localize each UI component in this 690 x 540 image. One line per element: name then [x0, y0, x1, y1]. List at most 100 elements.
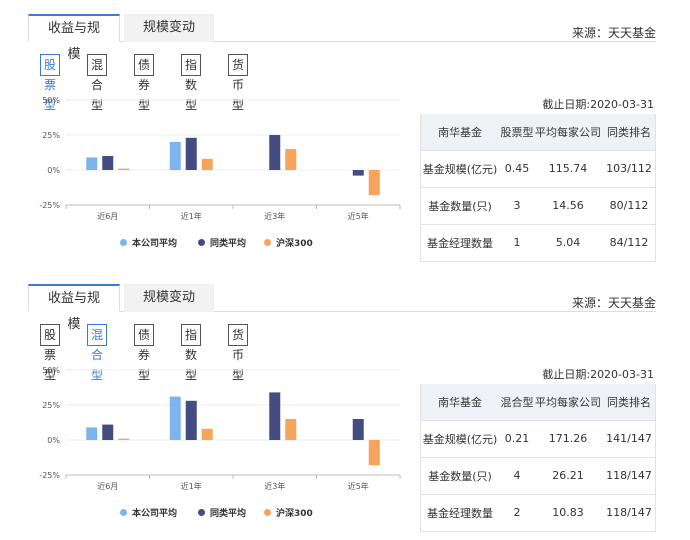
table-cell: 5.04 — [534, 224, 602, 262]
legend-item-peer[interactable]: 同类平均 — [198, 506, 246, 519]
table-cell: 118/147 — [602, 457, 656, 495]
type-button-hybrid[interactable]: 混合型 — [87, 54, 108, 112]
table-cell: 2 — [500, 494, 534, 532]
bar-2-2 — [285, 419, 297, 440]
bar-0-0 — [86, 427, 98, 440]
bar-1-3 — [352, 170, 364, 176]
table-header: 平均每家公司 — [534, 384, 602, 421]
type-button-money[interactable]: 货币型 — [228, 54, 249, 112]
bar-1-0 — [102, 424, 114, 440]
type-button-index[interactable]: 指数型 — [181, 54, 202, 112]
legend-dot-icon — [198, 239, 205, 246]
tab-bar: 收益与规模 规模变动 — [28, 284, 656, 332]
x-tick-label: 近6月 — [97, 481, 118, 491]
bar-1-1 — [185, 400, 197, 440]
fund-panel-hybrid: 收益与规模 规模变动 来源：天天基金 股票型 混合型 债券型 指数型 货币型 5… — [0, 270, 690, 532]
x-tick-label: 近3年 — [264, 211, 285, 221]
table-row: 基金规模(亿元) 0.45 115.74 103/112 — [420, 150, 656, 188]
y-tick-label: -25% — [39, 201, 60, 210]
table-cell: 基金数量(只) — [420, 187, 500, 225]
legend-item-company[interactable]: 本公司平均 — [120, 506, 177, 519]
y-tick-label: 0% — [47, 436, 60, 445]
legend-label: 沪深300 — [276, 509, 313, 519]
type-button-bond[interactable]: 债券型 — [134, 324, 155, 382]
legend-dot-icon — [264, 509, 271, 516]
tab-return-and-scale[interactable]: 收益与规模 — [28, 14, 120, 62]
table-cell: 3 — [500, 187, 534, 225]
x-tick-label: 近1年 — [181, 211, 202, 221]
tab-scale-change[interactable]: 规模变动 — [124, 284, 214, 312]
table-cell: 171.26 — [534, 420, 602, 458]
table-cell: 115.74 — [534, 150, 602, 188]
bar-1-0 — [102, 156, 114, 170]
table-header: 同类排名 — [602, 114, 656, 151]
legend-dot-icon — [264, 239, 271, 246]
table-cell: 基金经理数量 — [420, 224, 500, 262]
table-header: 混合型 — [500, 384, 534, 421]
table-cell: 0.21 — [500, 420, 534, 458]
table-cell: 0.45 — [500, 150, 534, 188]
tab-bar: 收益与规模 规模变动 — [28, 14, 656, 62]
table-header: 同类排名 — [602, 384, 656, 421]
x-tick-label: 近6月 — [97, 211, 118, 221]
table-cell: 1 — [500, 224, 534, 262]
table-cell: 基金经理数量 — [420, 494, 500, 532]
scale-table: 南华基金 股票型 平均每家公司 同类排名 基金规模(亿元) 0.45 115.7… — [420, 114, 656, 262]
legend-item-company[interactable]: 本公司平均 — [120, 236, 177, 249]
table-cell: 84/112 — [602, 224, 656, 262]
scale-table: 南华基金 混合型 平均每家公司 同类排名 基金规模(亿元) 0.21 171.2… — [420, 384, 656, 532]
legend-label: 本公司平均 — [132, 509, 178, 519]
x-tick-label: 近5年 — [348, 211, 369, 221]
source-label: 来源：天天基金 — [571, 296, 656, 310]
bar-2-0 — [118, 168, 130, 170]
type-button-index[interactable]: 指数型 — [181, 324, 202, 382]
tab-return-and-scale[interactable]: 收益与规模 — [28, 284, 120, 332]
y-tick-label: 25% — [42, 401, 60, 410]
source-label: 来源：天天基金 — [571, 26, 656, 40]
y-tick-label: -25% — [39, 471, 60, 480]
table-header: 股票型 — [500, 114, 534, 151]
legend-item-hs300[interactable]: 沪深300 — [264, 236, 313, 249]
type-button-money[interactable]: 货币型 — [228, 324, 249, 382]
legend-label: 沪深300 — [276, 239, 313, 249]
table-cell: 103/112 — [602, 150, 656, 188]
table-cell: 26.21 — [534, 457, 602, 495]
tab-scale-change[interactable]: 规模变动 — [124, 14, 214, 42]
table-row: 基金数量(只) 3 14.56 80/112 — [420, 187, 656, 225]
table-header-row: 南华基金 混合型 平均每家公司 同类排名 — [420, 384, 656, 421]
bar-1-2 — [269, 392, 281, 440]
table-row: 基金经理数量 1 5.04 84/112 — [420, 224, 656, 262]
bar-2-1 — [201, 158, 213, 170]
x-tick-label: 近5年 — [348, 481, 369, 491]
bar-0-1 — [169, 396, 181, 440]
bar-0-0 — [86, 157, 98, 170]
legend-label: 同类平均 — [210, 239, 247, 249]
legend-item-hs300[interactable]: 沪深300 — [264, 506, 313, 519]
bar-2-3 — [368, 440, 380, 466]
table-header-row: 南华基金 股票型 平均每家公司 同类排名 — [420, 114, 656, 151]
legend-item-peer[interactable]: 同类平均 — [198, 236, 246, 249]
bar-1-2 — [269, 135, 281, 170]
type-button-hybrid[interactable]: 混合型 — [87, 324, 108, 382]
y-tick-label: 0% — [47, 166, 60, 175]
bar-0-1 — [169, 142, 181, 170]
cutoff-date: 截止日期:2020-03-31 — [542, 98, 654, 111]
table-row: 基金经理数量 2 10.83 118/147 — [420, 494, 656, 532]
table-cell: 141/147 — [602, 420, 656, 458]
x-tick-label: 近1年 — [181, 481, 202, 491]
bar-1-1 — [185, 137, 197, 170]
type-button-bond[interactable]: 债券型 — [134, 54, 155, 112]
table-cell: 基金规模(亿元) — [420, 420, 500, 458]
legend-dot-icon — [120, 239, 127, 246]
table-header: 南华基金 — [420, 384, 500, 421]
type-button-stock[interactable]: 股票型 — [40, 324, 61, 382]
bar-1-3 — [352, 419, 364, 440]
y-tick-label: 50% — [42, 366, 60, 375]
table-cell: 基金规模(亿元) — [420, 150, 500, 188]
y-tick-label: 50% — [42, 96, 60, 105]
type-button-stock[interactable]: 股票型 — [40, 54, 61, 112]
bar-2-1 — [201, 428, 213, 440]
bar-2-0 — [118, 438, 130, 440]
table-row: 基金数量(只) 4 26.21 118/147 — [420, 457, 656, 495]
x-tick-label: 近3年 — [264, 481, 285, 491]
